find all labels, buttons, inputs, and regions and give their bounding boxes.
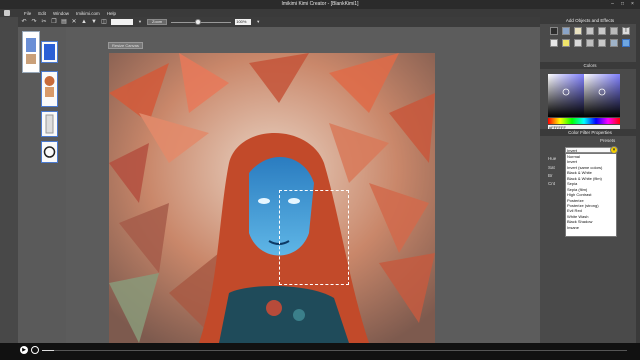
window-controls: – □ × bbox=[609, 1, 636, 7]
canvas-area: Resize Canvas bbox=[66, 27, 540, 343]
text-object-icon[interactable]: T bbox=[622, 27, 630, 35]
preset-option[interactable]: Insane bbox=[566, 225, 616, 230]
cnt-label: Cnt bbox=[548, 181, 556, 186]
hue-bar[interactable] bbox=[548, 118, 620, 124]
menu-bar: File Edit Window Imikimi.com Help bbox=[0, 9, 640, 17]
redo-icon[interactable]: ↷ bbox=[31, 19, 37, 25]
filter-header: Color Filter Properties bbox=[540, 129, 640, 136]
color-filter-object-icon[interactable] bbox=[622, 39, 630, 47]
image-object-icon[interactable] bbox=[562, 27, 570, 35]
app-window: Imikimi Kimi Creator - [BlankKimi1] – □ … bbox=[0, 0, 640, 360]
cut-icon[interactable]: ✂ bbox=[41, 19, 47, 25]
mask-object-icon[interactable] bbox=[586, 39, 594, 47]
size-input[interactable] bbox=[111, 19, 133, 25]
brush-object-icon[interactable] bbox=[598, 27, 606, 35]
right-scrollbar[interactable] bbox=[636, 17, 640, 343]
menu-file[interactable]: File bbox=[24, 11, 31, 16]
menu-help[interactable]: Help bbox=[107, 11, 116, 16]
sticker-object-icon[interactable] bbox=[562, 39, 570, 47]
sat-label: Sat bbox=[548, 165, 555, 170]
filter-object-icon[interactable] bbox=[610, 39, 618, 47]
close-button[interactable]: × bbox=[629, 1, 636, 7]
zoom-slider-thumb[interactable] bbox=[195, 18, 202, 25]
menu-edit[interactable]: Edit bbox=[38, 11, 46, 16]
left-dock-strip bbox=[0, 17, 18, 343]
layer-item-3[interactable] bbox=[41, 111, 58, 137]
layer-item-2[interactable] bbox=[41, 71, 58, 107]
shape-object-icon[interactable] bbox=[586, 27, 594, 35]
zoom-dropdown-icon[interactable]: ▼ bbox=[255, 19, 261, 25]
photo-image bbox=[109, 53, 435, 343]
face-selection-box[interactable] bbox=[279, 190, 349, 285]
objects-header: Add Objects and Effects bbox=[540, 17, 640, 24]
resize-canvas-button[interactable]: Resize Canvas bbox=[108, 42, 143, 49]
preset-dropdown-list: Normal Invert Invert (same colors) Black… bbox=[565, 153, 617, 237]
move-up-icon[interactable]: ▲ bbox=[81, 19, 87, 25]
progress-fill bbox=[42, 350, 54, 351]
paste-icon[interactable]: ▤ bbox=[61, 19, 67, 25]
bri-label: Br bbox=[548, 173, 553, 178]
app-icon bbox=[4, 10, 10, 16]
stop-button[interactable] bbox=[31, 346, 39, 354]
maximize-button[interactable]: □ bbox=[619, 1, 626, 7]
gradient-object-icon[interactable] bbox=[574, 27, 582, 35]
effect-object-icon[interactable] bbox=[598, 39, 606, 47]
kimi-thumbnail[interactable] bbox=[22, 31, 40, 73]
delete-icon[interactable]: ✕ bbox=[71, 19, 77, 25]
progress-bar[interactable] bbox=[42, 350, 627, 351]
layer-item-4[interactable] bbox=[41, 141, 58, 163]
right-panel: Add Objects and Effects T Colors #FFFFFF… bbox=[540, 17, 640, 343]
hue-label: Hue bbox=[548, 156, 557, 161]
bubble-object-icon[interactable] bbox=[574, 39, 582, 47]
zoom-button[interactable]: Zoom bbox=[147, 19, 168, 25]
move-down-icon[interactable]: ▼ bbox=[91, 19, 97, 25]
title-bar: Imikimi Kimi Creator - [BlankKimi1] – □ … bbox=[0, 0, 640, 9]
copy-icon[interactable]: ❐ bbox=[51, 19, 57, 25]
colors-header: Colors bbox=[540, 62, 640, 69]
layer-icon[interactable]: ◫ bbox=[101, 19, 107, 25]
zoom-slider[interactable] bbox=[171, 18, 232, 25]
main-toolbar: ↶ ↷ ✂ ❐ ▤ ✕ ▲ ▼ ◫ ▼ Zoom 100% ▼ bbox=[18, 17, 540, 27]
dropdown-icon[interactable]: ▼ bbox=[137, 19, 143, 25]
play-button[interactable]: ▶ bbox=[20, 346, 28, 354]
undo-icon[interactable]: ↶ bbox=[21, 19, 27, 25]
canvas-photo[interactable] bbox=[109, 53, 435, 343]
layer-item-1[interactable] bbox=[41, 41, 58, 63]
menu-imikimi[interactable]: Imikimi.com bbox=[76, 11, 100, 16]
player-bar: ▶ bbox=[0, 343, 640, 360]
menu-window[interactable]: Window bbox=[53, 11, 69, 16]
window-title: Imikimi Kimi Creator - [BlankKimi1] bbox=[281, 1, 359, 7]
zoom-percent-field[interactable]: 100% bbox=[235, 19, 252, 25]
frame-object-icon[interactable] bbox=[550, 27, 558, 35]
color-picker-field[interactable] bbox=[548, 74, 620, 117]
drawing-object-icon[interactable] bbox=[610, 27, 618, 35]
minimize-button[interactable]: – bbox=[609, 1, 616, 7]
kimi-layers-panel bbox=[18, 27, 66, 343]
presets-label: Presets bbox=[600, 138, 616, 143]
blank-object-icon[interactable] bbox=[550, 39, 558, 47]
